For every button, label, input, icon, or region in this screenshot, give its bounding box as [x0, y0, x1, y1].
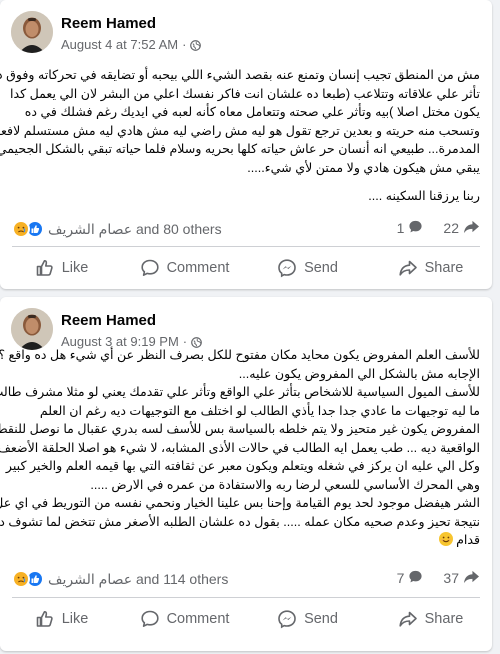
- share-button[interactable]: Share: [369, 250, 492, 286]
- post-card: Reem Hamed August 4 at 7:52 AM · مش من ا…: [0, 0, 492, 289]
- post-text-line: ما ليه توجيهات ما عادي جدا جدا يأذي الطا…: [39, 403, 480, 418]
- comment-bubble-icon: [140, 610, 159, 627]
- post-text-line: الإجابه مش بالشكل الي المفروض يكون عليه.…: [238, 366, 480, 381]
- post-actions: Like Comment Send Share: [0, 250, 492, 286]
- sad-face-icon: [12, 570, 30, 588]
- post-header: Reem Hamed August 4 at 7:52 AM ·: [11, 11, 481, 57]
- post-text-line: تأثر علي علاقاته وتتلاعب (طبعا ده علشان …: [9, 86, 480, 101]
- like-label: Like: [61, 611, 89, 627]
- share-label: Share: [424, 260, 464, 276]
- comment-label: Comment: [166, 611, 230, 627]
- engagement-counts: 1 22: [397, 219, 480, 237]
- smiling-face-icon: [438, 532, 453, 546]
- post-actions: Like Comment Send Share: [0, 601, 492, 637]
- shares-count[interactable]: 22: [443, 220, 459, 236]
- reactions-names[interactable]: عصام الشريف and 114 others: [48, 571, 228, 588]
- comment-button[interactable]: Comment: [123, 601, 246, 637]
- author-name[interactable]: Reem Hamed: [61, 15, 156, 32]
- like-button[interactable]: Like: [0, 250, 123, 286]
- post-text-line: نتيجة تحيز وعدم صحيه مكان عمله ..... بقو…: [0, 514, 480, 529]
- share-label: Share: [424, 611, 464, 627]
- post-meta: August 4 at 7:52 AM ·: [61, 37, 202, 52]
- post-stats: عصام الشريف and 114 others 7 37: [12, 567, 480, 589]
- post-text-gap: [10, 177, 480, 187]
- reactions-names[interactable]: عصام الشريف and 80 others: [48, 221, 222, 238]
- share-arrow-icon: [399, 611, 417, 627]
- post-text-line: وهي المحرك الأساسي للسعي لرضا ربه والاست…: [90, 477, 480, 492]
- post-text-line: يكون مختل اصلا )بيه وتأثر علي صحته وتتعا…: [24, 105, 480, 119]
- post-timestamp[interactable]: August 4 at 7:52 AM: [61, 37, 178, 52]
- comments-count[interactable]: 7: [397, 570, 405, 586]
- avatar[interactable]: [11, 11, 53, 53]
- divider: [12, 246, 480, 247]
- post-text-line: الواقعية ديه ... طب يعمل ايه الطالب في ح…: [0, 440, 480, 455]
- post-text-line: يبقي مش هيكون هادي ولا ممتن لأي شيء.....: [247, 160, 480, 175]
- post-stats: عصام الشريف and 80 others 1 22: [12, 217, 480, 239]
- comment-label: Comment: [166, 260, 230, 276]
- send-button[interactable]: Send: [246, 601, 369, 637]
- post-text-line: للأسف العلم المفروض يكون محايد مكان مفتو…: [0, 348, 480, 362]
- post-text-line: وكل الي عليه ان يركز في شغله ويتعلم ويكو…: [5, 459, 480, 473]
- reactions-summary[interactable]: عصام الشريف and 80 others: [12, 219, 222, 239]
- comment-bubble-icon: [408, 569, 423, 587]
- share-arrow-icon: [399, 260, 417, 276]
- post-text-line: المفروض يكون غير متحيز ولا يتم خلطه بالس…: [0, 422, 480, 436]
- comment-button[interactable]: Comment: [123, 250, 246, 286]
- thumbs-up-icon: [36, 610, 53, 627]
- divider: [12, 597, 480, 598]
- messenger-icon: [278, 259, 296, 278]
- avatar[interactable]: [11, 308, 53, 350]
- post-text-line: مش من المنطق تجيب إنسان وتمنع عنه بقصد ا…: [0, 68, 480, 82]
- send-button[interactable]: Send: [246, 250, 369, 286]
- engagement-counts: 7 37: [397, 569, 480, 587]
- post-text-line: قدام: [456, 533, 480, 547]
- post-text-line: ربنا يرزقنا السكينه ....: [368, 189, 480, 203]
- comment-bubble-icon: [408, 219, 423, 237]
- share-arrow-icon: [463, 219, 480, 237]
- reactions-summary[interactable]: عصام الشريف and 114 others: [12, 569, 228, 589]
- author-name[interactable]: Reem Hamed: [61, 312, 156, 329]
- send-label: Send: [304, 260, 338, 276]
- like-label: Like: [61, 260, 89, 276]
- sad-face-icon: [12, 220, 30, 238]
- globe-icon: [190, 39, 202, 51]
- news-feed: Reem Hamed August 4 at 7:52 AM · مش من ا…: [0, 0, 500, 654]
- post-text: للأسف العلم المفروض يكون محايد مكان مفتو…: [0, 346, 480, 550]
- post-text-line: المدمرة... طبيعي انه أنسان حر عاش حياته …: [0, 142, 480, 156]
- shares-count[interactable]: 37: [443, 570, 459, 586]
- thumbs-up-icon: [36, 259, 53, 276]
- post-card: Reem Hamed August 3 at 9:19 PM · للأسف ا…: [0, 297, 492, 651]
- share-button[interactable]: Share: [369, 601, 492, 637]
- like-button[interactable]: Like: [0, 601, 123, 637]
- post-text-line: للأسف الميول السياسية للاشخاص بتأثر علي …: [0, 385, 480, 399]
- comments-count[interactable]: 1: [397, 220, 405, 236]
- comment-bubble-icon: [140, 259, 159, 276]
- meta-separator: ·: [182, 37, 187, 52]
- share-arrow-icon: [463, 569, 480, 587]
- messenger-icon: [278, 610, 296, 629]
- post-text-line: وتسحب منه حريته و بعدين ترجع تقول هو ليه…: [0, 123, 480, 138]
- send-label: Send: [304, 611, 338, 627]
- post-text-line: الشر هيفضل موجود لحد يوم القيامة وإحنا ب…: [0, 496, 480, 510]
- post-text-line-last: قدام: [10, 531, 480, 550]
- post-text: مش من المنطق تجيب إنسان وتمنع عنه بقصد ا…: [0, 66, 480, 206]
